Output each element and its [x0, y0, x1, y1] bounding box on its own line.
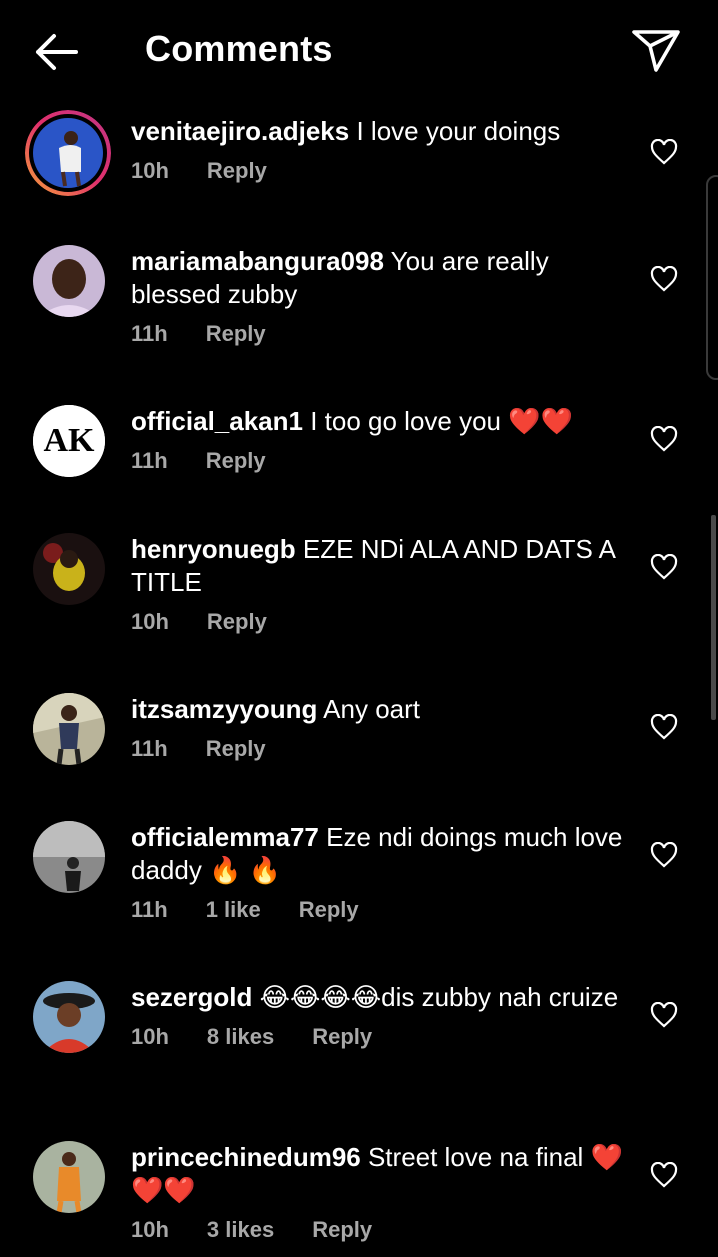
avatar[interactable] — [25, 110, 111, 196]
avatar[interactable] — [33, 1141, 105, 1213]
comment-username[interactable]: officialemma77 — [131, 822, 319, 852]
heart-icon[interactable] — [650, 714, 678, 740]
page-title: Comments — [145, 28, 333, 69]
heart-icon[interactable] — [650, 554, 678, 580]
heart-icon[interactable] — [650, 139, 678, 165]
comment-time: 10h — [131, 1024, 169, 1049]
svg-text:AK: AK — [44, 422, 96, 459]
reply-button[interactable]: Reply — [207, 158, 267, 183]
likes-count[interactable]: 1 like — [206, 897, 261, 922]
heart-icon[interactable] — [650, 426, 678, 452]
avatar[interactable] — [33, 821, 105, 893]
comment-username[interactable]: henryonuegb — [131, 534, 296, 564]
comment-username[interactable]: itzsamzyyoung — [131, 694, 317, 724]
reply-button[interactable]: Reply — [206, 736, 266, 761]
comment-text: Any oart — [323, 694, 420, 724]
comment-text: I love your doings — [356, 116, 561, 146]
comment-time: 11h — [131, 736, 168, 761]
reply-button[interactable]: Reply — [206, 448, 266, 473]
comment-time: 10h — [131, 1217, 169, 1242]
comment-username[interactable]: mariamabangura098 — [131, 246, 384, 276]
avatar[interactable] — [33, 981, 105, 1053]
comment-time: 11h — [131, 321, 168, 346]
reply-button[interactable]: Reply — [312, 1024, 372, 1049]
comment-text: 😂😂😂😂dis zubby nah cruize — [259, 982, 619, 1012]
scrollbar-thumb[interactable] — [711, 515, 716, 720]
reply-button[interactable]: Reply — [207, 609, 267, 634]
comment-time: 10h — [131, 609, 169, 634]
avatar[interactable] — [33, 533, 105, 605]
comment-time: 10h — [131, 158, 169, 183]
reply-button[interactable]: Reply — [312, 1217, 372, 1242]
arrow-left-icon — [36, 34, 78, 70]
back-button[interactable] — [30, 30, 82, 74]
likes-count[interactable]: 8 likes — [207, 1024, 274, 1049]
send-icon — [632, 30, 680, 72]
reply-button[interactable]: Reply — [299, 897, 359, 922]
likes-count[interactable]: 3 likes — [207, 1217, 274, 1242]
heart-icon[interactable] — [650, 842, 678, 868]
comment-time: 11h — [131, 897, 168, 922]
comment-username[interactable]: sezergold — [131, 982, 252, 1012]
comment-text: I too go love you ❤️❤️ — [310, 406, 573, 436]
avatar[interactable]: AK — [33, 405, 105, 477]
edge-panel-handle[interactable] — [706, 175, 718, 380]
comment-time: 11h — [131, 448, 168, 473]
comment-username[interactable]: venitaejiro.adjeks — [131, 116, 349, 146]
heart-icon[interactable] — [650, 1162, 678, 1188]
comment-username[interactable]: official_akan1 — [131, 406, 303, 436]
reply-button[interactable]: Reply — [206, 321, 266, 346]
akan-logo: AK — [33, 405, 105, 477]
heart-icon[interactable] — [650, 1002, 678, 1028]
avatar[interactable] — [33, 693, 105, 765]
heart-icon[interactable] — [650, 266, 678, 292]
share-button[interactable] — [630, 26, 682, 74]
comment-username[interactable]: princechinedum96 — [131, 1142, 361, 1172]
avatar[interactable] — [33, 245, 105, 317]
header-bar: Comments — [0, 0, 718, 100]
